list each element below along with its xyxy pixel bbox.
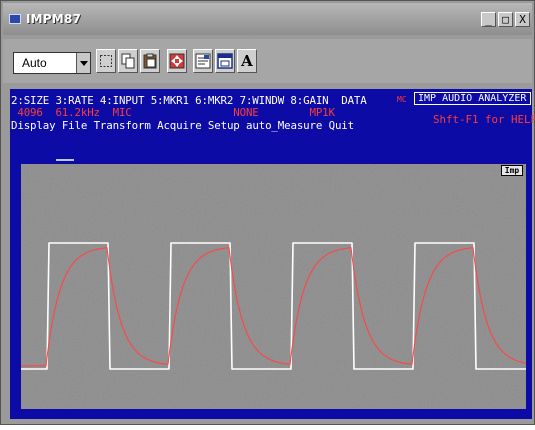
toolbar: Auto A <box>3 39 532 83</box>
app-window: IMPM87 _ □ X Auto A 2:SIZE 3:RATE 4:INPU… <box>0 0 535 425</box>
properties-icon <box>195 53 211 69</box>
menu-transform[interactable]: Transform <box>94 119 151 132</box>
maximize-button[interactable]: □ <box>498 12 513 27</box>
select-icon <box>100 55 112 67</box>
properties-button[interactable] <box>193 49 213 73</box>
copy-icon <box>121 53 135 69</box>
app-name-box: IMP AUDIO ANALYZER <box>414 92 531 105</box>
select-button[interactable] <box>96 49 116 73</box>
text-cursor <box>56 159 74 161</box>
plot-texture <box>21 164 526 409</box>
title-bar[interactable]: IMPM87 _ □ X <box>3 3 532 35</box>
chevron-down-icon[interactable] <box>76 53 90 73</box>
waveform-plot[interactable]: Imp <box>21 164 527 409</box>
close-button[interactable]: X <box>515 12 530 27</box>
zoom-select[interactable]: Auto <box>13 52 91 74</box>
window-title: IMPM87 <box>26 12 82 26</box>
waveform-chart <box>21 164 527 409</box>
menu-acquire[interactable]: Acquire <box>157 119 202 132</box>
font-icon: A <box>241 52 253 70</box>
help-hint: Shft-F1 for HELP <box>433 113 535 126</box>
move-icon <box>169 53 185 69</box>
app-icon[interactable] <box>9 14 21 24</box>
settings-values: 4096 61.2kHz MIC NONE MP1K <box>11 106 335 119</box>
minimize-button[interactable]: _ <box>481 12 496 27</box>
menu-file[interactable]: File <box>62 119 88 132</box>
console-menu: Display File Transform Acquire Setup aut… <box>11 119 354 132</box>
menu-setup[interactable]: Setup <box>208 119 240 132</box>
menu-auto-measure[interactable]: auto_Measure <box>246 119 322 132</box>
menu-display[interactable]: Display <box>11 119 56 132</box>
console-area: 2:SIZE 3:RATE 4:INPUT 5:MKR1 6:MKR2 7:WI… <box>10 89 535 419</box>
imp-logo: Imp <box>501 165 523 176</box>
zoom-select-value: Auto <box>22 56 47 70</box>
font-button[interactable]: A <box>237 49 257 73</box>
window-button[interactable] <box>215 49 235 73</box>
app-name-label: IMP AUDIO ANALYZER <box>418 93 527 104</box>
menu-quit[interactable]: Quit <box>329 119 355 132</box>
window-controls: _ □ X <box>481 12 530 27</box>
mc-label: MC <box>397 95 407 104</box>
paste-button[interactable] <box>140 49 160 73</box>
paste-icon <box>143 53 157 69</box>
move-button[interactable] <box>167 49 187 73</box>
copy-button[interactable] <box>118 49 138 73</box>
window-icon <box>217 53 233 69</box>
